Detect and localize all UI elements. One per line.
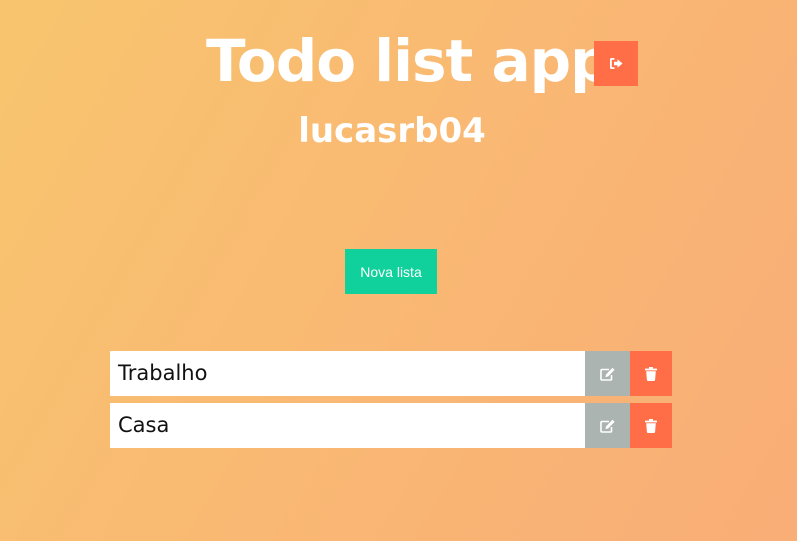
list-item: Trabalho <box>110 351 672 396</box>
sign-out-icon <box>609 58 623 69</box>
list-name[interactable]: Trabalho <box>110 351 585 396</box>
edit-icon <box>599 419 616 433</box>
delete-list-button[interactable] <box>630 351 672 396</box>
header: Todo list app <box>0 24 797 98</box>
trash-icon <box>645 418 657 433</box>
new-list-button[interactable]: Nova lista <box>345 249 437 294</box>
delete-list-button[interactable] <box>630 403 672 448</box>
edit-list-button[interactable] <box>585 351 630 396</box>
trash-icon <box>645 366 657 381</box>
todo-lists: Trabalho Casa <box>110 351 672 455</box>
edit-list-button[interactable] <box>585 403 630 448</box>
page-title: Todo list app <box>206 27 612 95</box>
list-name[interactable]: Casa <box>110 403 585 448</box>
logout-button[interactable] <box>594 41 638 86</box>
edit-icon <box>599 367 616 381</box>
list-item: Casa <box>110 403 672 448</box>
username: lucasrb04 <box>298 111 486 151</box>
